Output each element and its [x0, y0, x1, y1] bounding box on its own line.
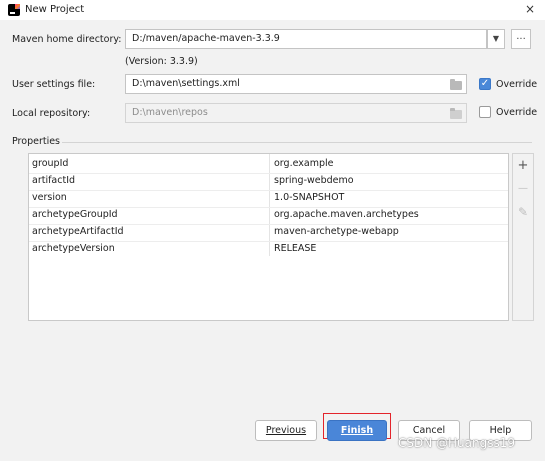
property-value: RELEASE — [274, 243, 317, 254]
local-repo-override-label: Override — [496, 107, 538, 118]
folder-icon — [450, 108, 462, 119]
table-row[interactable]: archetypeGroupId org.apache.maven.archet… — [29, 207, 508, 224]
property-key: version — [32, 192, 67, 203]
table-row[interactable]: artifactId spring-webdemo — [29, 173, 508, 190]
property-key: archetypeVersion — [32, 243, 115, 254]
previous-button-label: Previous — [265, 425, 307, 436]
user-settings-field[interactable]: D:\maven\settings.xml — [125, 74, 467, 94]
remove-icon[interactable]: — — [513, 183, 533, 194]
table-row[interactable]: archetypeArtifactId maven-archetype-weba… — [29, 224, 508, 241]
property-value: 1.0-SNAPSHOT — [274, 192, 345, 203]
properties-table: groupId org.example artifactId spring-we… — [28, 153, 509, 321]
table-row[interactable]: archetypeVersion RELEASE — [29, 241, 508, 258]
property-key: archetypeArtifactId — [32, 226, 124, 237]
maven-version-note: (Version: 3.3.9) — [125, 56, 198, 67]
property-key: archetypeGroupId — [32, 209, 118, 220]
close-icon[interactable]: × — [525, 2, 535, 16]
user-settings-label: User settings file: — [12, 79, 96, 90]
property-value: spring-webdemo — [274, 175, 354, 186]
window-title: New Project — [25, 4, 85, 15]
chevron-down-icon[interactable]: ▼ — [487, 29, 505, 49]
properties-toolbar: + — ✎ — [512, 153, 534, 321]
table-row[interactable]: groupId org.example — [29, 156, 508, 173]
user-settings-override-checkbox[interactable]: ✓ — [479, 78, 491, 90]
local-repo-field: D:\maven\repos — [125, 103, 467, 123]
property-value: org.apache.maven.archetypes — [274, 209, 419, 220]
properties-section-label: Properties — [12, 136, 61, 147]
watermark: CSDN @Huangss19 — [398, 436, 516, 450]
property-value: maven-archetype-webapp — [274, 226, 399, 237]
browse-button[interactable]: ... — [511, 29, 531, 49]
property-value: org.example — [274, 158, 334, 169]
user-settings-override-label: Override — [496, 79, 538, 90]
property-key: groupId — [32, 158, 69, 169]
property-key: artifactId — [32, 175, 76, 186]
local-repo-label: Local repository: — [12, 108, 91, 119]
add-icon[interactable]: + — [513, 158, 533, 173]
finish-button-label: Finish — [340, 425, 374, 436]
section-divider — [62, 142, 532, 143]
intellij-app-icon — [8, 4, 20, 16]
title-bar: New Project × — [0, 0, 545, 20]
folder-icon[interactable] — [450, 79, 462, 90]
finish-button[interactable]: Finish — [327, 420, 387, 441]
local-repo-override-checkbox[interactable] — [479, 106, 491, 118]
table-row[interactable]: version 1.0-SNAPSHOT — [29, 190, 508, 207]
maven-home-combobox[interactable]: D:/maven/apache-maven-3.3.9 — [125, 29, 487, 49]
maven-home-label: Maven home directory: — [12, 34, 122, 45]
edit-icon[interactable]: ✎ — [513, 205, 533, 219]
previous-button[interactable]: Previous — [255, 420, 317, 441]
